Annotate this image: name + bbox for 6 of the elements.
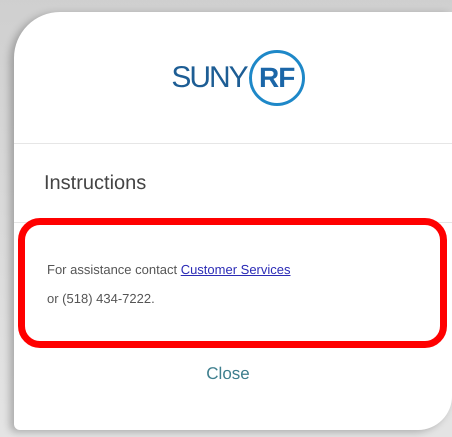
logo-badge: RF [248, 50, 305, 106]
help-text: For assistance contact Customer Services or (518) 434-7222. [47, 261, 292, 308]
logo-wordmark: SUNY [171, 60, 247, 94]
customer-services-link[interactable]: Customer Services [180, 262, 290, 277]
close-button[interactable]: Close [196, 360, 260, 388]
dialog-title: Instructions [44, 172, 146, 194]
